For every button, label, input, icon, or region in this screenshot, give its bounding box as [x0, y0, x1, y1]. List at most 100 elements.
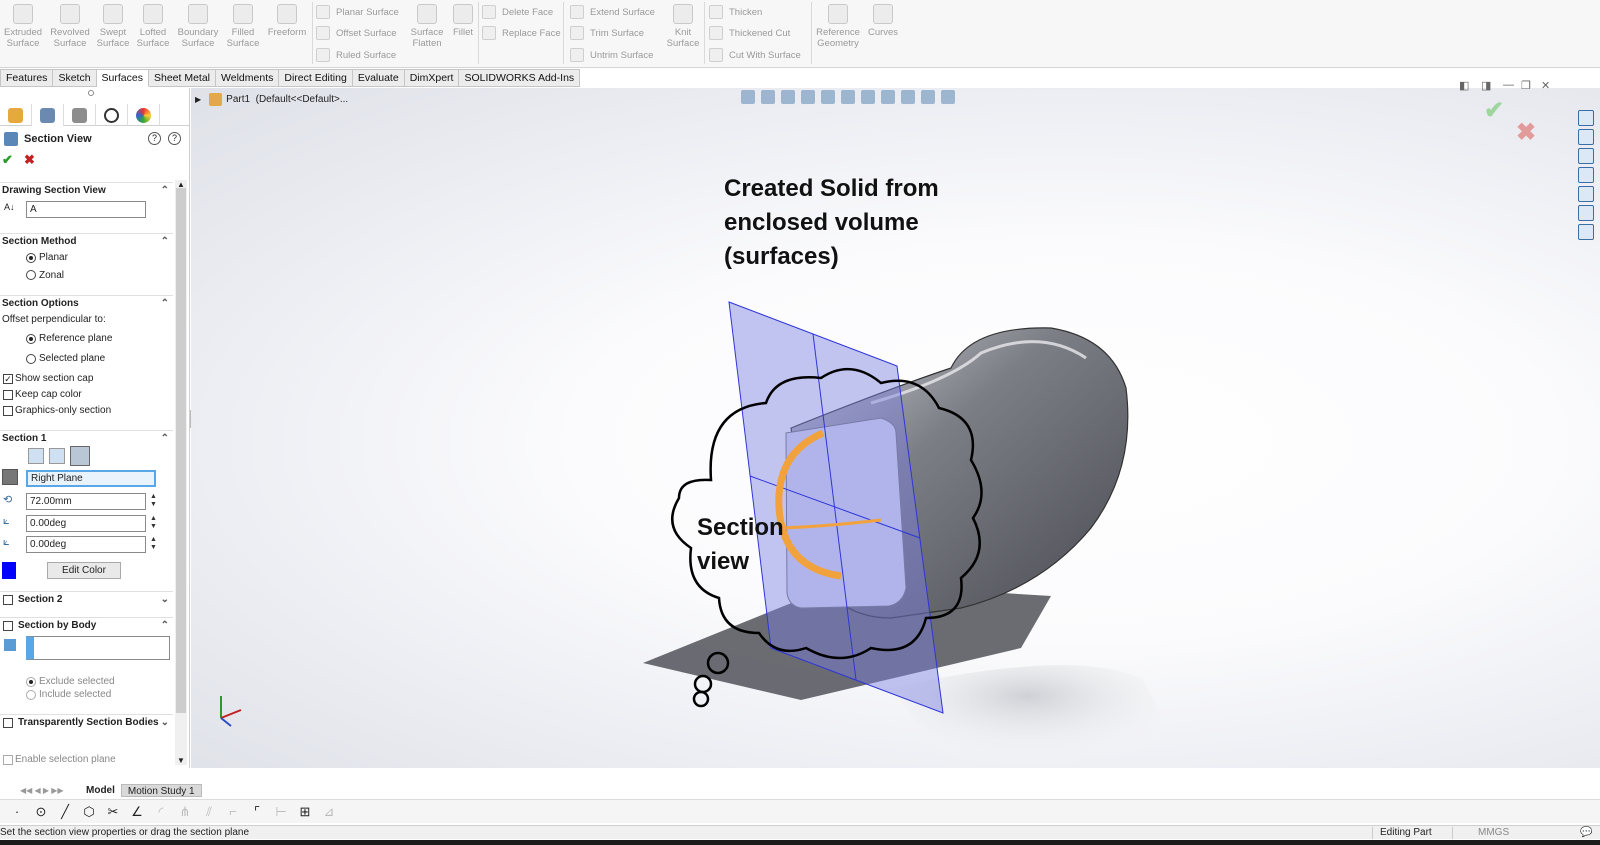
front-plane-button[interactable] — [28, 448, 44, 464]
tab-sheet-metal[interactable]: Sheet Metal — [148, 69, 217, 87]
right-plane-button[interactable] — [70, 446, 90, 466]
top-plane-button[interactable] — [49, 448, 65, 464]
ruled-surface-button[interactable]: Ruled Surface — [316, 46, 396, 64]
body-selection-box[interactable] — [26, 636, 170, 660]
filled-surface-button[interactable]: Filled Surface — [226, 4, 260, 49]
solidworks-resources-icon[interactable] — [1578, 110, 1594, 126]
untrim-surface-button[interactable]: Untrim Surface — [570, 46, 653, 64]
fillet-sketch-icon[interactable]: ◜ — [152, 804, 170, 820]
offset-spinner[interactable]: ▲ ▼ — [150, 493, 158, 509]
revolved-surface-button[interactable]: Revolved Surface — [50, 4, 90, 49]
tab-model[interactable]: Model — [80, 783, 121, 797]
ok-button[interactable]: ✔ — [2, 152, 13, 168]
cut-with-surface-button[interactable]: Cut With Surface — [709, 46, 801, 64]
relations-icon[interactable]: ⊿ — [320, 804, 338, 820]
offset-distance-field[interactable]: 72.00mm — [26, 493, 146, 510]
section-by-body-checkbox[interactable] — [3, 621, 13, 631]
reference-geometry-button[interactable]: Reference Geometry — [814, 4, 862, 49]
tab-dimxpert-manager[interactable] — [96, 104, 128, 126]
enable-selection-plane-checkbox[interactable] — [3, 755, 13, 765]
help-icon[interactable]: ? — [168, 132, 181, 145]
curves-button[interactable]: Curves — [866, 4, 900, 38]
thickened-cut-button[interactable]: Thickened Cut — [709, 24, 790, 42]
extend-surface-button[interactable]: Extend Surface — [570, 3, 655, 21]
graphics-only-checkbox[interactable] — [3, 406, 13, 416]
smart-dimension-icon[interactable]: ⌜ — [248, 804, 266, 820]
rotation-y-spinner[interactable]: ▲ ▼ — [150, 536, 158, 552]
line-icon[interactable]: ╱ — [56, 804, 74, 820]
section-plane-field[interactable]: Right Plane — [26, 470, 156, 487]
whats-wrong-icon[interactable]: ? — [148, 132, 161, 145]
cancel-button[interactable]: ✖ — [24, 152, 35, 168]
delete-face-button[interactable]: Delete Face — [482, 3, 553, 21]
circle-icon[interactable]: ⊙ — [32, 804, 50, 820]
property-manager-scrollbar[interactable] — [175, 180, 187, 765]
tab-solidworks-addins[interactable]: SOLIDWORKS Add-Ins — [459, 69, 581, 87]
radio-zonal[interactable] — [26, 270, 36, 280]
planar-surface-button[interactable]: Planar Surface — [316, 3, 399, 21]
fillet-button[interactable]: Fillet — [450, 4, 476, 38]
angle-icon[interactable]: ∠ — [128, 804, 146, 820]
tab-sketch[interactable]: Sketch — [53, 69, 97, 87]
group-section-2[interactable]: Section 2 ⌄ — [0, 591, 173, 607]
linear-pattern-icon[interactable]: ⊢ — [272, 804, 290, 820]
boundary-surface-button[interactable]: Boundary Surface — [176, 4, 220, 49]
point-icon[interactable]: · — [8, 804, 26, 819]
quick-tips-icon[interactable]: 💬 — [1580, 826, 1592, 839]
tab-feature-manager[interactable] — [0, 104, 32, 126]
pane-grip-icon[interactable] — [88, 90, 94, 96]
transparently-checkbox[interactable] — [3, 718, 13, 728]
appearances-icon[interactable] — [1578, 186, 1594, 202]
tab-dimxpert[interactable]: DimXpert — [404, 69, 460, 87]
tab-scroll-arrows-icon[interactable]: ◀◀ ◀ ▶ ▶▶ — [0, 786, 80, 795]
rotation-x-spinner[interactable]: ▲ ▼ — [150, 515, 158, 531]
confirmation-ok-icon[interactable]: ✔ — [1484, 96, 1504, 125]
radio-include-selected[interactable] — [26, 690, 36, 700]
status-units[interactable]: MMGS — [1478, 826, 1509, 839]
convert-entities-icon[interactable]: ⌐ — [224, 804, 242, 819]
offset-entities-icon[interactable]: ⫽ — [200, 804, 218, 820]
tab-direct-editing[interactable]: Direct Editing — [279, 69, 353, 87]
scroll-down-arrow-icon[interactable]: ▼ — [177, 756, 185, 765]
tab-surfaces[interactable]: Surfaces — [96, 69, 149, 87]
section-2-checkbox[interactable] — [3, 595, 13, 605]
swept-surface-button[interactable]: Swept Surface — [96, 4, 130, 49]
trim-icon[interactable]: ✂ — [104, 804, 122, 820]
group-drawing-section-view[interactable]: Drawing Section View ⌃ — [0, 182, 173, 198]
confirmation-cancel-icon[interactable]: ✖ — [1516, 118, 1536, 147]
group-section-method[interactable]: Section Method ⌃ — [0, 233, 173, 249]
tab-weldments[interactable]: Weldments — [216, 69, 280, 87]
group-section-by-body[interactable]: Section by Body ⌃ — [0, 617, 173, 633]
forum-icon[interactable] — [1578, 224, 1594, 240]
keep-cap-color-checkbox[interactable] — [3, 390, 13, 400]
polygon-icon[interactable]: ⬡ — [80, 804, 98, 820]
tab-motion-study-1[interactable]: Motion Study 1 — [120, 783, 202, 797]
view-palette-icon[interactable] — [1578, 167, 1594, 183]
thicken-button[interactable]: Thicken — [709, 3, 762, 21]
surface-flatten-button[interactable]: Surface Flatten — [408, 4, 446, 49]
rotation-y-field[interactable]: 0.00deg — [26, 536, 146, 553]
radio-exclude-selected[interactable] — [26, 677, 36, 687]
section-label-field[interactable]: A — [26, 201, 146, 218]
group-section-1[interactable]: Section 1 ⌃ — [0, 430, 173, 446]
replace-face-button[interactable]: Replace Face — [482, 24, 561, 42]
lofted-surface-button[interactable]: Lofted Surface — [136, 4, 170, 49]
file-explorer-icon[interactable] — [1578, 148, 1594, 164]
scrollbar-thumb[interactable] — [176, 188, 186, 713]
trim-surface-button[interactable]: Trim Surface — [570, 24, 644, 42]
rotation-x-field[interactable]: 0.00deg — [26, 515, 146, 532]
radio-selected-plane[interactable] — [26, 354, 36, 364]
scroll-up-arrow-icon[interactable]: ▲ — [177, 180, 185, 189]
edit-color-button[interactable]: Edit Color — [47, 562, 121, 579]
tab-property-manager[interactable] — [32, 104, 64, 126]
group-transparently-section-bodies[interactable]: Transparently Section Bodies ⌄ — [0, 714, 173, 730]
show-section-cap-checkbox[interactable]: ✓ — [3, 374, 13, 384]
offset-surface-button[interactable]: Offset Surface — [316, 24, 397, 42]
extruded-surface-button[interactable]: Extruded Surface — [4, 4, 42, 49]
radio-reference-plane[interactable] — [26, 334, 36, 344]
knit-surface-button[interactable]: Knit Surface — [666, 4, 700, 49]
tab-display-manager[interactable] — [128, 104, 160, 126]
tab-features[interactable]: Features — [0, 69, 54, 87]
grid-icon[interactable]: ⊞ — [296, 804, 314, 820]
mirror-icon[interactable]: ⋔ — [176, 804, 194, 820]
